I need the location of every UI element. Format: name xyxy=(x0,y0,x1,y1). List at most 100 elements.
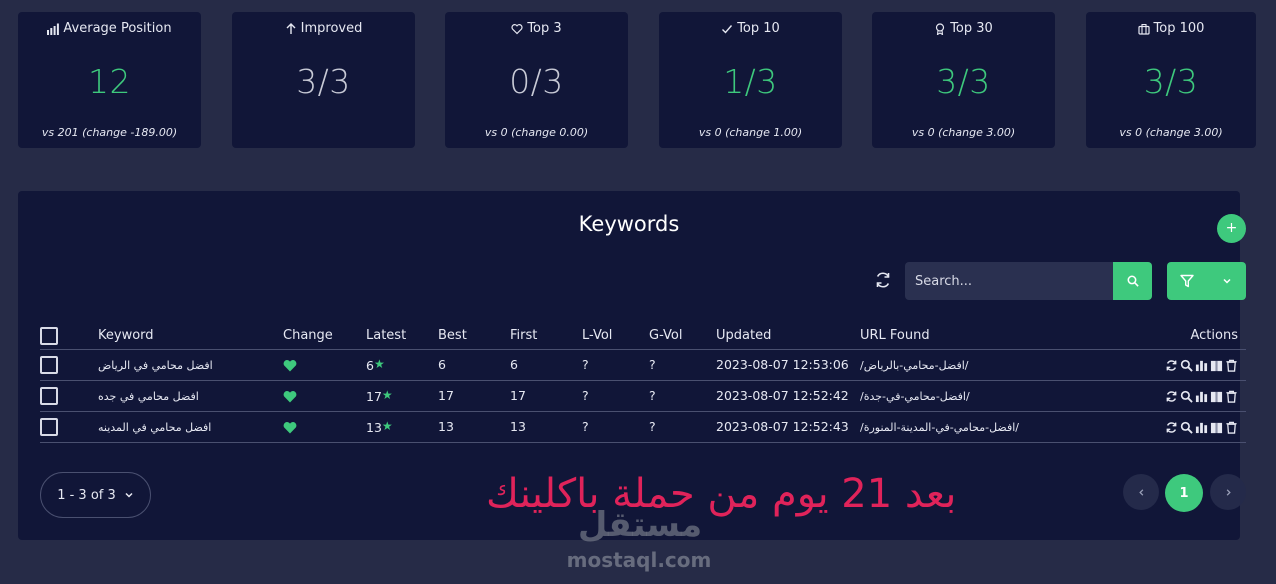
filter-icon xyxy=(1180,274,1194,288)
page-size-selector[interactable]: 1 - 3 of 3 xyxy=(40,472,151,518)
search-icon[interactable] xyxy=(1180,421,1193,434)
search-icon[interactable] xyxy=(1180,359,1193,372)
search-icon[interactable] xyxy=(1180,390,1193,403)
best-rank: 6 xyxy=(438,349,510,381)
trash-icon[interactable] xyxy=(1225,359,1238,372)
previous-page-button[interactable] xyxy=(1123,474,1159,510)
trash-icon[interactable] xyxy=(1225,390,1238,403)
column-header[interactable]: G-Vol xyxy=(649,323,716,350)
stat-card-average-position: Average Position 12 vs 201 (change -189.… xyxy=(18,12,201,148)
book-icon[interactable] xyxy=(1210,390,1223,403)
book-icon[interactable] xyxy=(1210,359,1223,372)
search-icon xyxy=(1127,275,1139,287)
filter-menu-toggle[interactable] xyxy=(1207,262,1246,300)
table-row: افضل محامي في المدينه 13★ 13 13 ? ? 2023… xyxy=(40,411,1246,443)
chevron-down-icon xyxy=(1222,278,1231,284)
stat-value: 1/3 xyxy=(723,62,778,101)
page-button-current[interactable]: 1 xyxy=(1165,474,1203,512)
updated-time: 2023-08-07 12:52:42 xyxy=(716,380,860,412)
heart-icon xyxy=(511,23,523,34)
stat-title: Average Position xyxy=(63,21,172,36)
row-actions xyxy=(1090,380,1246,412)
column-header[interactable]: Latest xyxy=(366,323,438,350)
stat-card-top-100: Top 100 3/3 vs 0 (change 3.00) xyxy=(1086,12,1256,148)
trash-icon[interactable] xyxy=(1225,421,1238,434)
column-header[interactable]: Best xyxy=(438,323,510,350)
url-found[interactable]: /افضل-محامي-في-المدينة-المنورة/ xyxy=(860,421,1019,434)
refresh-icon[interactable] xyxy=(1165,421,1178,434)
global-volume: ? xyxy=(649,349,716,381)
star-icon: ★ xyxy=(381,418,393,433)
global-volume: ? xyxy=(649,380,716,412)
global-volume: ? xyxy=(649,411,716,443)
stat-title: Top 10 xyxy=(737,21,780,36)
local-volume: ? xyxy=(582,349,649,381)
latest-rank: 17 xyxy=(366,388,382,404)
stat-value: 3/3 xyxy=(296,62,351,101)
column-header[interactable]: URL Found xyxy=(860,323,1090,350)
stat-title: Improved xyxy=(300,21,363,36)
stat-value: 12 xyxy=(88,62,131,101)
select-all-checkbox[interactable] xyxy=(40,326,58,345)
bar-chart-icon[interactable] xyxy=(1195,359,1208,372)
url-found[interactable]: /افضل-محامي-بالرياض/ xyxy=(860,359,969,372)
url-found[interactable]: /افضل-محامي-في-جدة/ xyxy=(860,390,970,403)
check-icon xyxy=(722,24,733,34)
arrow-up-icon xyxy=(286,22,296,34)
row-checkbox[interactable] xyxy=(40,417,58,436)
star-icon: ★ xyxy=(381,387,393,402)
search-button[interactable] xyxy=(1113,262,1152,300)
updated-time: 2023-08-07 12:53:06 xyxy=(716,349,860,381)
stat-value: 0/3 xyxy=(509,62,564,101)
stat-value: 3/3 xyxy=(1143,62,1199,101)
stat-title: Top 30 xyxy=(950,21,993,36)
row-actions xyxy=(1090,411,1246,443)
row-checkbox[interactable] xyxy=(40,355,58,374)
latest-rank: 6 xyxy=(366,357,374,373)
column-header[interactable]: Change xyxy=(283,323,366,350)
row-checkbox[interactable] xyxy=(40,386,58,405)
panel-title: Keywords xyxy=(578,212,680,236)
filter-dropdown xyxy=(1167,262,1246,300)
updated-time: 2023-08-07 12:52:43 xyxy=(716,411,860,443)
stat-title: Top 100 xyxy=(1153,21,1205,36)
stat-comparison: vs 0 (change 3.00) xyxy=(1119,126,1223,139)
row-actions xyxy=(1090,349,1246,381)
stat-comparison: vs 0 (change 0.00) xyxy=(484,126,589,139)
briefcase-icon xyxy=(1137,23,1150,35)
refresh-button[interactable] xyxy=(873,270,893,290)
stat-card-top-30: Top 30 3/3 vs 0 (change 3.00) xyxy=(872,12,1055,148)
chevron-down-icon xyxy=(125,492,133,498)
column-header[interactable]: Updated xyxy=(716,323,860,350)
keyword-cell[interactable]: افضل محامي في جده xyxy=(98,390,199,403)
next-page-button[interactable] xyxy=(1210,474,1246,510)
stat-card-top-10: Top 10 1/3 vs 0 (change 1.00) xyxy=(659,12,842,148)
stat-title: Top 3 xyxy=(527,21,562,36)
first-rank: 6 xyxy=(510,349,582,381)
refresh-icon[interactable] xyxy=(1165,390,1178,403)
award-icon xyxy=(936,22,945,35)
column-header[interactable]: Keyword xyxy=(98,323,283,350)
heart-icon xyxy=(283,391,297,403)
filter-button[interactable] xyxy=(1167,262,1207,300)
keyword-cell[interactable]: افضل محامي في الرياض xyxy=(98,359,213,372)
refresh-icon[interactable] xyxy=(1165,359,1178,372)
search-input[interactable] xyxy=(905,262,1113,300)
bar-chart-icon[interactable] xyxy=(1195,390,1208,403)
keyword-cell[interactable]: افضل محامي في المدينه xyxy=(98,421,211,434)
local-volume: ? xyxy=(582,411,649,443)
bar-chart-icon[interactable] xyxy=(1195,421,1208,434)
stat-comparison: vs 0 (change 3.00) xyxy=(911,126,1016,139)
stat-value: 3/3 xyxy=(936,62,991,101)
best-rank: 13 xyxy=(438,411,510,443)
first-rank: 17 xyxy=(510,380,582,412)
column-header[interactable]: First xyxy=(510,323,582,350)
book-icon[interactable] xyxy=(1210,421,1223,434)
heart-icon xyxy=(283,360,297,372)
refresh-icon xyxy=(876,272,890,288)
column-header[interactable]: L-Vol xyxy=(582,323,649,350)
latest-rank: 13 xyxy=(366,419,382,435)
overlay-caption: بعد 21 يوم من حملة باكلينك xyxy=(486,471,957,517)
local-volume: ? xyxy=(582,380,649,412)
add-keyword-button[interactable]: + xyxy=(1217,214,1246,243)
